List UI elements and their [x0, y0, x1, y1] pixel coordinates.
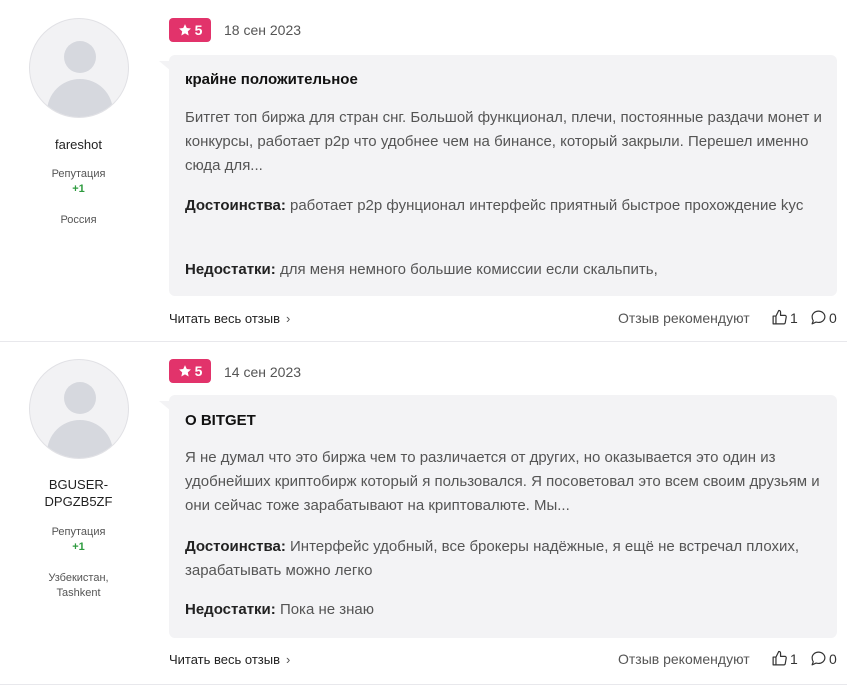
chevron-right-icon: ›	[286, 311, 291, 326]
rating-badge: 5	[169, 18, 211, 42]
reputation-label: Репутация	[51, 168, 106, 180]
thumbs-up-icon	[772, 309, 787, 325]
review-pros: Достоинства: Интерфейс удобный, все брок…	[185, 535, 825, 583]
review-title: О BITGET	[185, 412, 256, 429]
rating-value: 5	[194, 363, 203, 379]
reputation-value: +1	[72, 183, 85, 195]
comment-icon	[811, 651, 826, 666]
review-title: крайне положительное	[185, 71, 358, 88]
pros-label: Достоинства:	[185, 538, 286, 555]
like-button[interactable]: 1	[771, 650, 798, 667]
cons-label: Недостатки:	[185, 261, 276, 278]
rating-badge: 5	[169, 359, 211, 383]
review-card: BGUSER-DPGZB5ZF Репутация +1 Узбекистан,…	[0, 342, 847, 685]
comment-count: 0	[829, 650, 837, 667]
comment-button[interactable]: 0	[810, 650, 837, 667]
read-more-label: Читать весь отзыв	[169, 652, 281, 667]
comment-icon	[811, 310, 826, 325]
reputation-label: Репутация	[51, 526, 106, 538]
comment-button[interactable]: 0	[810, 309, 837, 326]
avatar[interactable]	[29, 18, 129, 118]
review-cons: Недостатки: для меня немного большие ком…	[185, 258, 825, 282]
chevron-right-icon: ›	[286, 652, 291, 667]
comment-count: 0	[829, 309, 837, 326]
review-pros: Достоинства: работает p2p фунционал инте…	[185, 194, 825, 218]
avatar[interactable]	[29, 359, 129, 459]
like-button[interactable]: 1	[771, 309, 798, 326]
read-more-label: Читать весь отзыв	[169, 311, 281, 326]
author-location: Россия	[60, 214, 97, 226]
cons-label: Недостатки:	[185, 601, 276, 618]
review-body: Я не думал что это биржа чем то различае…	[185, 449, 820, 514]
read-full-review-link[interactable]: Читать весь отзыв ›	[169, 311, 290, 326]
pros-text: работает p2p фунционал интерфейс приятны…	[290, 197, 804, 214]
star-icon	[178, 24, 191, 36]
author-name[interactable]: fareshot	[0, 136, 157, 153]
rating-value: 5	[194, 22, 203, 38]
review-bubble: крайне положительное Битгет топ биржа дл…	[159, 55, 837, 296]
cons-text: для меня немного большие комиссии если с…	[279, 261, 658, 278]
review-bubble: О BITGET Я не думал что это биржа чем то…	[159, 395, 837, 638]
like-count: 1	[790, 309, 798, 326]
like-count: 1	[790, 650, 798, 667]
author-name[interactable]: BGUSER-DPGZB5ZF	[0, 476, 157, 510]
recommend-label: Отзыв рекомендуют	[618, 310, 750, 326]
thumbs-up-icon	[772, 650, 787, 666]
review-card: fareshot Репутация +1 Россия 5 18 сен 20…	[0, 0, 847, 342]
review-date: 18 сен 2023	[224, 22, 302, 38]
star-icon	[178, 365, 191, 377]
read-full-review-link[interactable]: Читать весь отзыв ›	[169, 652, 290, 667]
reputation-value: +1	[72, 541, 85, 553]
review-body: Битгет топ биржа для стран снг. Большой …	[185, 109, 822, 174]
author-location: Узбекистан, Tashkent	[48, 572, 109, 599]
review-cons: Недостатки: Пока не знаю	[185, 598, 825, 622]
review-date: 14 сен 2023	[224, 364, 302, 380]
recommend-label: Отзыв рекомендуют	[618, 651, 750, 667]
pros-label: Достоинства:	[185, 197, 286, 214]
cons-text: Пока не знаю	[279, 601, 375, 618]
